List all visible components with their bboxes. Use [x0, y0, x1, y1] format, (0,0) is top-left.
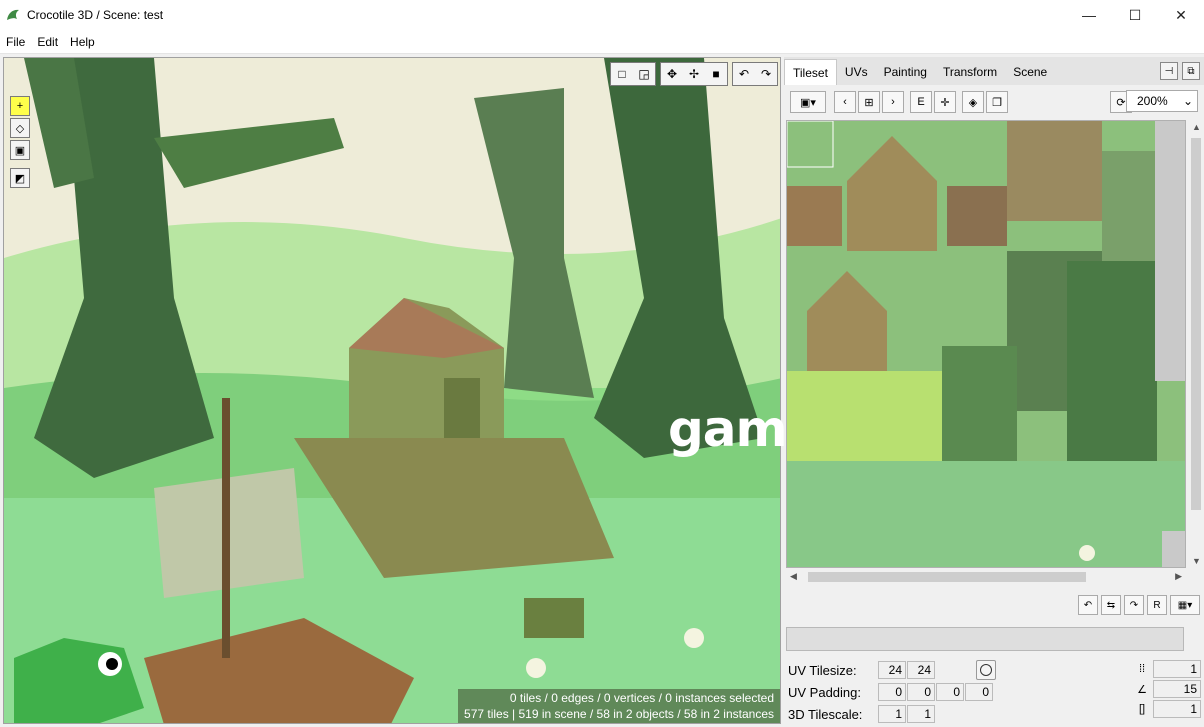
close-button[interactable]: ✕: [1158, 0, 1204, 30]
uv-padding-2[interactable]: 0: [907, 683, 935, 701]
tilescale-label: 3D Tilescale:: [788, 706, 863, 722]
next-icon[interactable]: ›: [882, 91, 904, 113]
window-title: Crocotile 3D / Scene: test: [27, 8, 164, 22]
scroll-left-icon[interactable]: ◀: [790, 571, 797, 582]
menu-file[interactable]: File: [0, 35, 31, 49]
flip-uv-icon[interactable]: ⇆: [1101, 595, 1121, 615]
left-toolbar: + ◇ ▣ ◩: [10, 96, 30, 188]
bracket-value[interactable]: 1: [1153, 700, 1201, 718]
rotate-uv-cw-icon[interactable]: ↷: [1124, 595, 1144, 615]
tile-info-bar: [786, 627, 1184, 651]
horizontal-scroll-thumb[interactable]: [808, 572, 1086, 582]
draw-block-tool-icon[interactable]: ◇: [10, 118, 30, 138]
panel-tabs: Tileset UVs Painting Transform Scene ⊣ ⧉: [784, 57, 1204, 85]
menu-bar: File Edit Help: [0, 30, 1204, 54]
menu-help[interactable]: Help: [64, 35, 101, 49]
angle-value[interactable]: 15: [1153, 680, 1201, 698]
tilescale-x[interactable]: 1: [878, 705, 906, 723]
reset-uv-icon[interactable]: R: [1147, 595, 1167, 615]
uv-padding-4[interactable]: 0: [965, 683, 993, 701]
cube-tool-icon[interactable]: ▣: [10, 140, 30, 160]
crocotile-app-icon: [7, 9, 19, 20]
uv-tilesize-label: UV Tilesize:: [788, 662, 857, 678]
uv-padding-label: UV Padding:: [788, 684, 861, 700]
bracket-icon: []: [1138, 703, 1146, 715]
zoom-select[interactable]: 200% ⌄: [1126, 90, 1198, 112]
tileset-vertical-scrollbar[interactable]: ▲ ▼: [1188, 120, 1204, 568]
tab-painting[interactable]: Painting: [876, 59, 935, 85]
redo-icon[interactable]: ↷: [755, 63, 777, 85]
rotate-uv-ccw-icon[interactable]: ↶: [1078, 595, 1098, 615]
select-tool-icon[interactable]: ◩: [10, 168, 30, 188]
pin-icon[interactable]: ⊣: [1160, 62, 1178, 80]
right-panel: Tileset UVs Painting Transform Scene ⊣ ⧉…: [784, 57, 1204, 727]
selection-status: 0 tiles / 0 edges / 0 vertices / 0 insta…: [458, 689, 780, 723]
status-selected: 0 tiles / 0 edges / 0 vertices / 0 insta…: [509, 691, 774, 705]
tab-tileset[interactable]: Tileset: [784, 59, 837, 85]
tileset-horizontal-scrollbar[interactable]: ◀ ▶: [786, 569, 1186, 585]
image-dropdown-icon[interactable]: ▣▾: [790, 91, 826, 113]
tileset-toolbar: ▣▾ ‹ ⊞ › E ✛ ◈ ❐ ⟳ 200% ⌄: [784, 87, 1204, 117]
tab-scene[interactable]: Scene: [1005, 59, 1055, 85]
minimize-button[interactable]: —: [1066, 0, 1112, 30]
maximize-button[interactable]: ☐: [1112, 0, 1158, 30]
tileset-canvas[interactable]: [786, 120, 1186, 568]
angle-icon: ∠: [1137, 683, 1147, 696]
scroll-down-icon[interactable]: ▼: [1192, 556, 1201, 566]
edit-tileset-icon[interactable]: E: [910, 91, 932, 113]
grid-icon[interactable]: ⊞: [858, 91, 880, 113]
uv-tilesize-y[interactable]: 24: [907, 661, 935, 679]
title-bar: Crocotile 3D / Scene: test — ☐ ✕: [0, 0, 1204, 30]
layers-icon[interactable]: ◈: [962, 91, 984, 113]
copy-icon[interactable]: ❐: [986, 91, 1008, 113]
popout-icon[interactable]: ⧉: [1182, 62, 1200, 80]
prev-icon[interactable]: ‹: [834, 91, 856, 113]
circle-icon[interactable]: [976, 660, 996, 680]
tilescale-y[interactable]: 1: [907, 705, 935, 723]
menu-edit[interactable]: Edit: [31, 35, 64, 49]
tab-uvs[interactable]: UVs: [837, 59, 876, 85]
uv-tilesize-x[interactable]: 24: [878, 661, 906, 679]
scroll-up-icon[interactable]: ▲: [1192, 122, 1201, 132]
3d-viewport[interactable]: + ◇ ▣ ◩ □ ◲ ✥ ✢ ■ ↶ ↷ 0 tiles / 0 edges …: [3, 57, 781, 724]
grid-density-value[interactable]: 1: [1153, 660, 1201, 678]
status-totals: 577 tiles | 519 in scene / 58 in 2 objec…: [464, 707, 774, 721]
scene-render[interactable]: [4, 58, 781, 724]
draw-tile-tool-icon[interactable]: +: [10, 96, 30, 116]
uv-tools: ↶ ⇆ ↷ R ▦▾: [1078, 595, 1200, 615]
rotate-icon[interactable]: ✢: [683, 63, 705, 85]
zoom-value: 200%: [1137, 94, 1168, 108]
grid-options-icon[interactable]: ▦▾: [1170, 595, 1200, 615]
uv-padding-3[interactable]: 0: [936, 683, 964, 701]
dots-grid-icon: ⁞⁞: [1138, 663, 1146, 675]
scroll-right-icon[interactable]: ▶: [1175, 571, 1182, 582]
undo-icon[interactable]: ↶: [733, 63, 755, 85]
tab-transform[interactable]: Transform: [935, 59, 1005, 85]
viewport-toolbar: □ ◲ ✥ ✢ ■ ↶ ↷: [610, 62, 778, 86]
vertical-scroll-thumb[interactable]: [1191, 138, 1201, 510]
move-icon[interactable]: ✥: [661, 63, 683, 85]
tileset-image[interactable]: [787, 121, 1186, 568]
uv-padding-1[interactable]: 0: [878, 683, 906, 701]
center-icon[interactable]: ✛: [934, 91, 956, 113]
chevron-down-icon: ⌄: [1182, 94, 1193, 108]
select-face-icon[interactable]: □: [611, 63, 633, 85]
scale-icon[interactable]: ■: [705, 63, 727, 85]
select-object-icon[interactable]: ◲: [633, 63, 655, 85]
